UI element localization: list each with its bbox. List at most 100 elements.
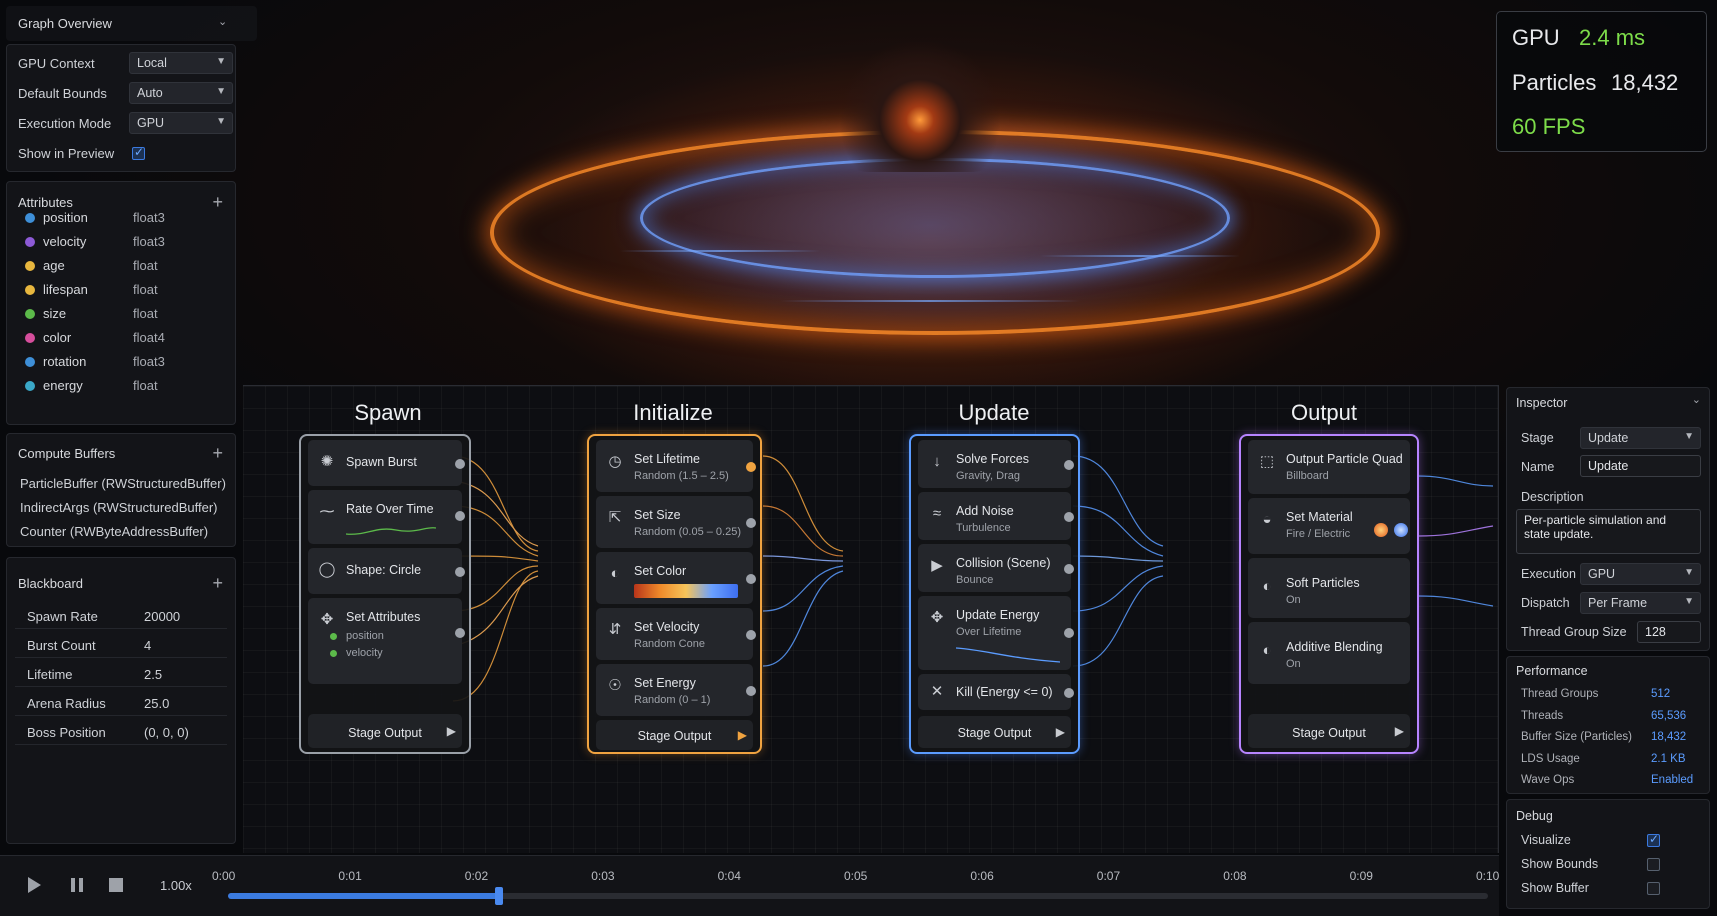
stage-output-output[interactable]: Stage Output ▶ — [1248, 714, 1410, 748]
gpu-context-dropdown[interactable]: Local ▼ — [129, 52, 233, 74]
attribute-item[interactable]: size float — [25, 306, 158, 321]
node-shape-circle[interactable]: ◯ Shape: Circle — [308, 548, 465, 594]
attribute-item[interactable]: energy float — [25, 378, 158, 393]
fire-material-swatch[interactable] — [1374, 523, 1388, 537]
blackboard-row[interactable]: Burst Count 4 — [15, 632, 227, 658]
chevron-down-icon[interactable]: ⌄ — [218, 15, 227, 28]
buffer-item[interactable]: ParticleBuffer (RWStructuredBuffer) — [20, 476, 226, 491]
output-port[interactable] — [455, 459, 465, 469]
node-title: Kill (Energy <= 0) — [956, 685, 1053, 699]
blackboard-row[interactable]: Lifetime 2.5 — [15, 661, 227, 687]
node-additive-blending[interactable]: ◐ Additive Blending On — [1248, 622, 1410, 684]
thread-group-size-input[interactable]: 128 — [1637, 621, 1701, 643]
color-gradient-swatch[interactable] — [634, 584, 738, 598]
output-port[interactable] — [746, 518, 756, 528]
show-bounds-checkbox[interactable] — [1647, 858, 1660, 871]
node-add-noise[interactable]: ≈ Add Noise Turbulence — [918, 492, 1074, 540]
timeline-scrubber[interactable] — [228, 887, 1488, 905]
name-input[interactable]: Update — [1580, 455, 1701, 477]
stage-output-spawn[interactable]: Stage Output ▶ — [308, 714, 462, 748]
output-port[interactable] — [1064, 512, 1074, 522]
buffer-item[interactable]: Counter (RWByteAddressBuffer) — [20, 524, 208, 539]
add-blackboard-icon[interactable]: + — [212, 574, 223, 592]
output-port[interactable] — [1064, 460, 1074, 470]
attribute-name: position — [43, 210, 88, 225]
blackboard-value[interactable]: 4 — [144, 638, 151, 653]
blackboard-value[interactable]: (0, 0, 0) — [144, 725, 189, 740]
blackboard-row[interactable]: Boss Position (0, 0, 0) — [15, 719, 227, 745]
electric-material-swatch[interactable] — [1394, 523, 1408, 537]
output-port[interactable] — [746, 686, 756, 696]
node-kill[interactable]: ✕ Kill (Energy <= 0) — [918, 674, 1074, 710]
blackboard-row[interactable]: Spawn Rate 20000 — [15, 603, 227, 629]
output-port[interactable] — [1064, 688, 1074, 698]
default-bounds-dropdown[interactable]: Auto ▼ — [129, 82, 233, 104]
output-port[interactable] — [1064, 564, 1074, 574]
output-port[interactable] — [455, 628, 465, 638]
add-buffer-icon[interactable]: + — [212, 444, 223, 462]
chevron-down-icon[interactable]: ⌄ — [1692, 393, 1701, 406]
playback-speed[interactable]: 1.00x — [160, 878, 192, 893]
node-set-lifetime[interactable]: ◷ Set Lifetime Random (1.5 – 2.5) — [596, 440, 756, 492]
attribute-item[interactable]: lifespan float — [25, 282, 158, 297]
buffer-item[interactable]: IndirectArgs (RWStructuredBuffer) — [20, 500, 217, 515]
output-port[interactable] — [746, 630, 756, 640]
gpu-label: GPU — [1512, 25, 1560, 50]
attribute-name: lifespan — [43, 282, 88, 297]
execution-dropdown[interactable]: GPU ▼ — [1580, 563, 1701, 585]
output-port[interactable] — [455, 511, 465, 521]
quad-icon: ⬚ — [1259, 453, 1275, 470]
stage-initialize[interactable]: ◷ Set Lifetime Random (1.5 – 2.5) ⇱ Set … — [587, 434, 762, 754]
palette-icon: ◐ — [610, 565, 620, 582]
node-update-energy[interactable]: ✥ Update Energy Over Lifetime — [918, 596, 1074, 670]
clock-icon: ◷ — [608, 453, 622, 470]
attribute-item[interactable]: position float3 — [25, 210, 165, 225]
execution-mode-dropdown[interactable]: GPU ▼ — [129, 112, 233, 134]
attribute-item[interactable]: color float4 — [25, 330, 165, 345]
stage-output-initialize[interactable]: Stage Output ▶ — [596, 720, 753, 750]
stage-output-update[interactable]: Stage Output ▶ — [918, 716, 1071, 748]
add-attribute-icon[interactable]: + — [212, 193, 223, 211]
attribute-item[interactable]: velocity float3 — [25, 234, 165, 249]
attribute-item[interactable]: age float — [25, 258, 158, 273]
chevron-down-icon: ▼ — [216, 116, 226, 127]
node-set-velocity[interactable]: ⇵ Set Velocity Random Cone — [596, 608, 756, 660]
node-collision-scene[interactable]: ▶ Collision (Scene) Bounce — [918, 544, 1074, 592]
blackboard-row[interactable]: Arena Radius 25.0 — [15, 690, 227, 716]
node-set-attributes[interactable]: ✥ Set Attributes position velocity — [308, 598, 465, 684]
node-set-material[interactable]: ◒ Set Material Fire / Electric — [1248, 498, 1410, 554]
stage-output[interactable]: ⬚ Output Particle Quad Billboard ◒ Set M… — [1239, 434, 1419, 754]
output-port[interactable] — [746, 574, 756, 584]
output-port[interactable] — [1064, 628, 1074, 638]
perf-key: LDS Usage — [1521, 753, 1580, 765]
show-in-preview-checkbox[interactable] — [132, 145, 145, 160]
blackboard-value[interactable]: 2.5 — [144, 667, 162, 682]
node-output-particle-quad[interactable]: ⬚ Output Particle Quad Billboard — [1248, 440, 1410, 494]
attribute-type: float — [133, 258, 158, 273]
graph-overview-header[interactable]: Graph Overview ⌄ — [6, 6, 257, 41]
playhead-handle[interactable] — [494, 887, 503, 905]
node-set-color[interactable]: ◐ Set Color — [596, 552, 756, 604]
stage-update[interactable]: ↓ Solve Forces Gravity, Drag ≈ Add Noise… — [909, 434, 1080, 754]
node-spawn-burst[interactable]: ✺ Spawn Burst — [308, 440, 465, 486]
stage-dropdown[interactable]: Update ▼ — [1580, 427, 1701, 449]
stage-spawn[interactable]: ✺ Spawn Burst ⁓ Rate Over Time ◯ Shape: … — [299, 434, 471, 754]
pause-icon[interactable] — [69, 876, 87, 894]
blackboard-value[interactable]: 25.0 — [144, 696, 169, 711]
node-set-energy[interactable]: ☉ Set Energy Random (0 – 1) — [596, 664, 756, 716]
blackboard-value[interactable]: 20000 — [144, 609, 180, 624]
output-port[interactable] — [746, 462, 756, 472]
play-icon[interactable] — [26, 876, 44, 894]
dispatch-dropdown[interactable]: Per Frame ▼ — [1580, 592, 1701, 614]
node-set-size[interactable]: ⇱ Set Size Random (0.05 – 0.25) — [596, 496, 756, 548]
attribute-item[interactable]: rotation float3 — [25, 354, 165, 369]
output-port[interactable] — [455, 567, 465, 577]
graph-overview-title: Graph Overview — [18, 16, 112, 31]
stop-icon[interactable] — [108, 876, 126, 894]
node-soft-particles[interactable]: ◐ Soft Particles On — [1248, 558, 1410, 618]
visualize-checkbox[interactable] — [1647, 832, 1660, 847]
show-buffer-checkbox[interactable] — [1647, 882, 1660, 895]
description-textarea[interactable]: Per-particle simulation and state update… — [1516, 509, 1701, 554]
node-solve-forces[interactable]: ↓ Solve Forces Gravity, Drag — [918, 440, 1074, 488]
node-rate-over-time[interactable]: ⁓ Rate Over Time — [308, 490, 465, 544]
